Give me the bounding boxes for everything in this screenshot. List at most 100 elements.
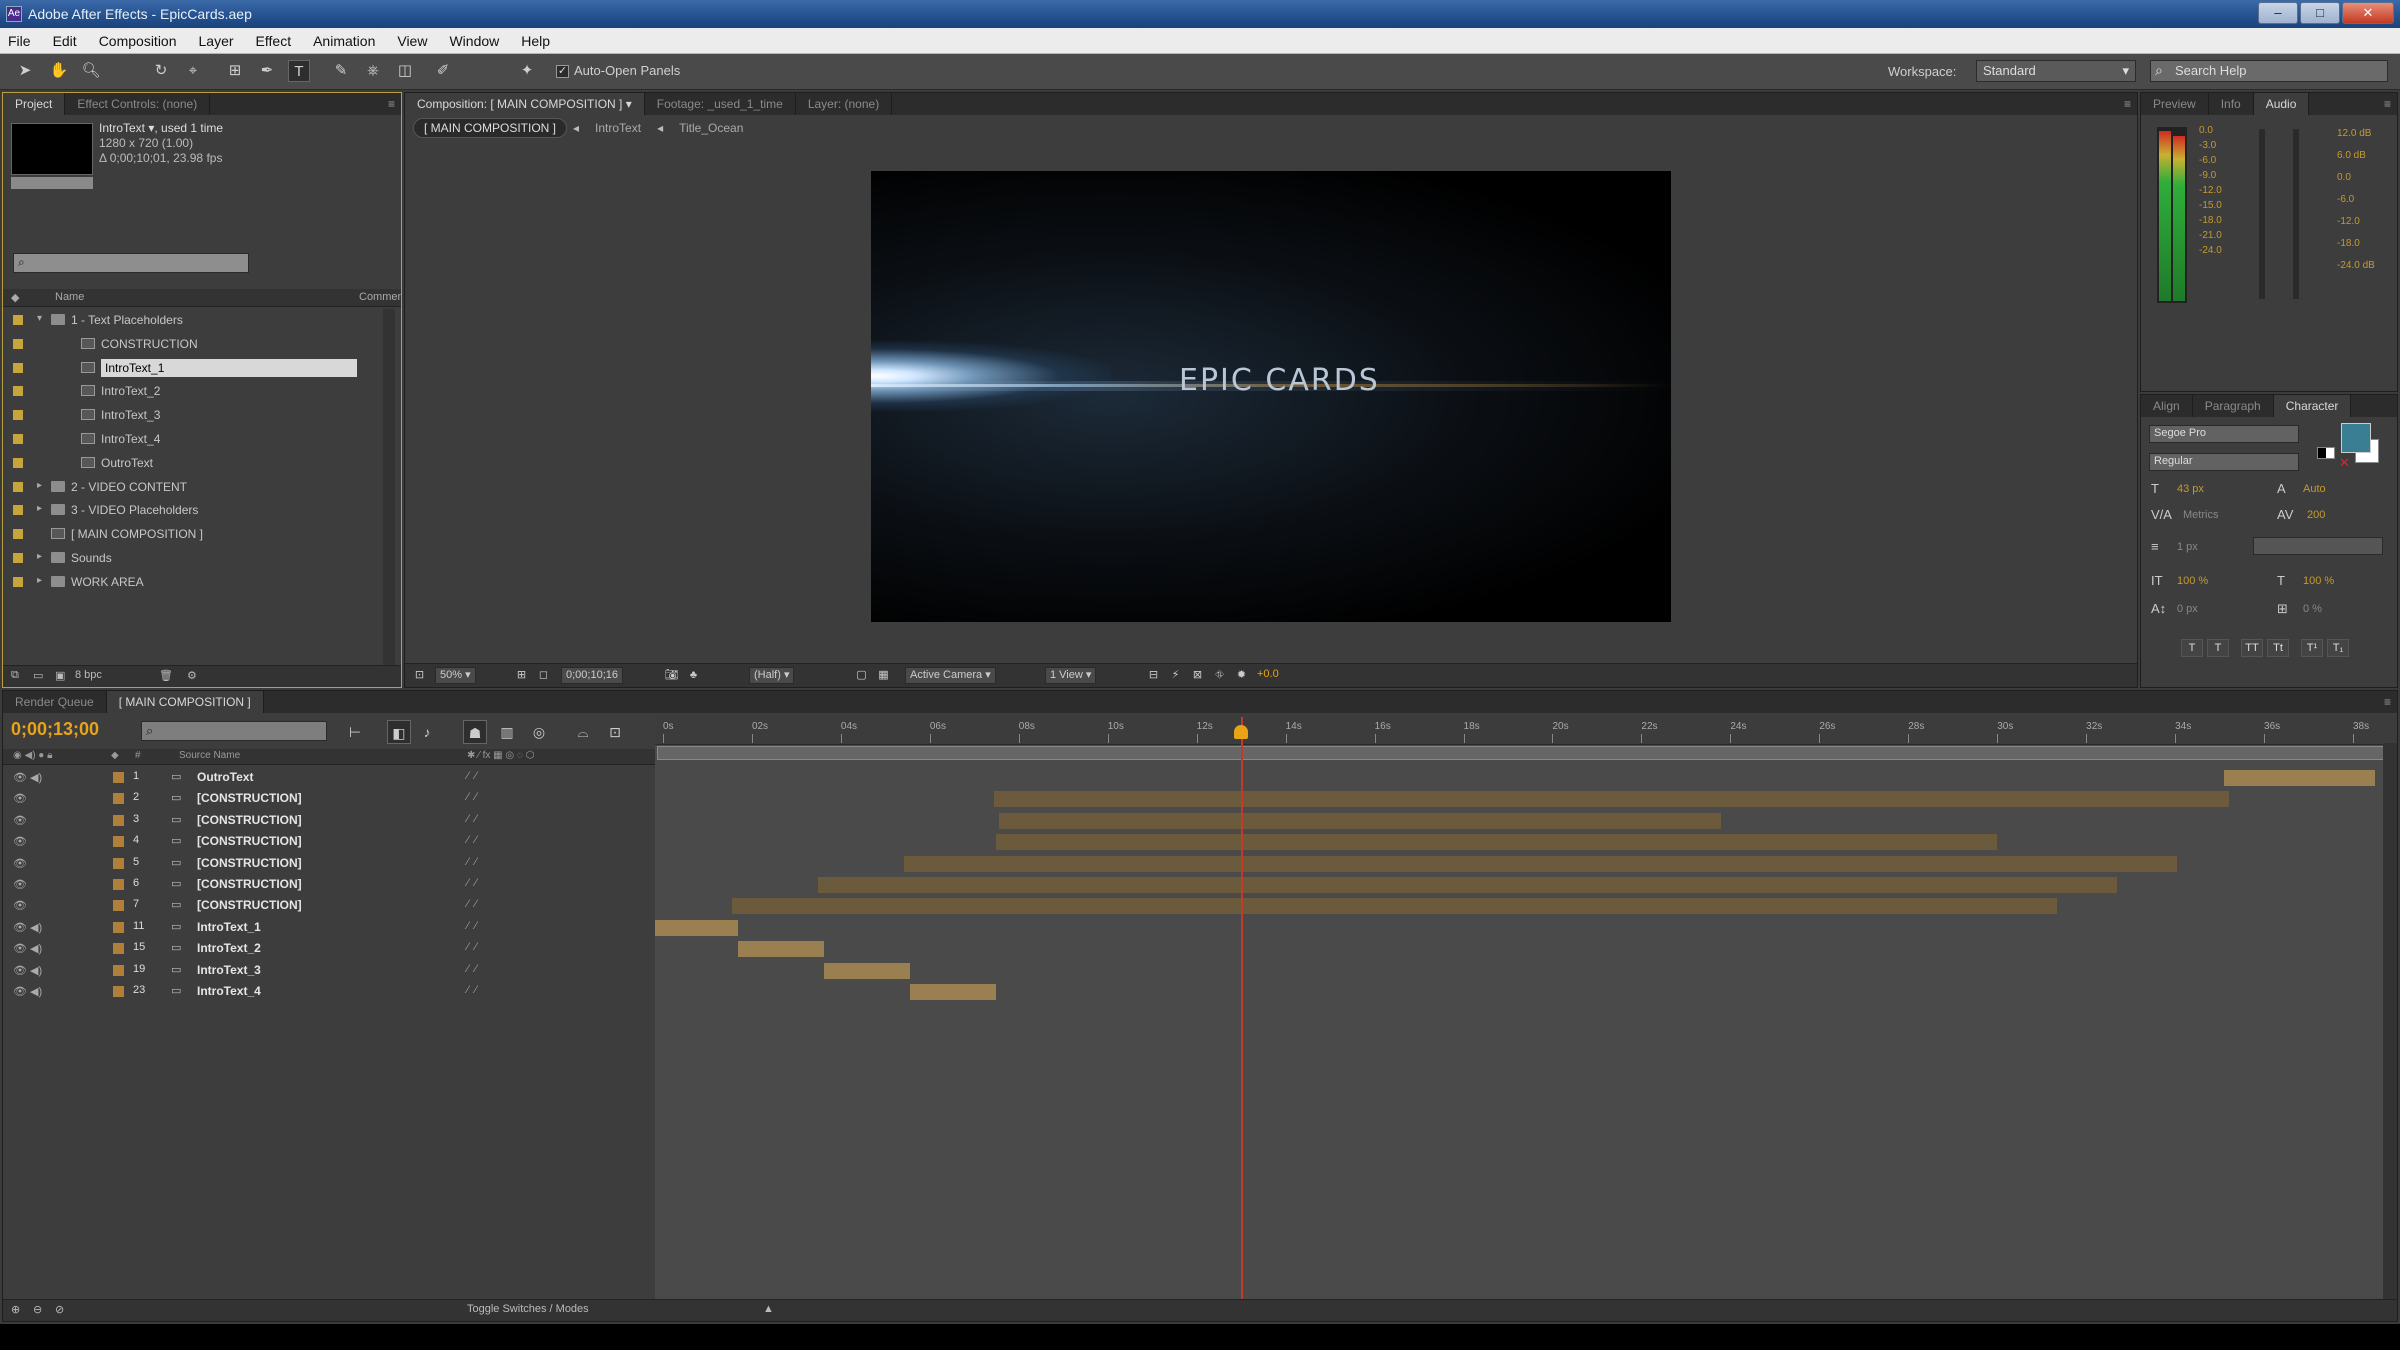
layer-row[interactable]: 👁 ◀) 23 ▭ IntroText_4 ⁄ ⁄ (3, 981, 655, 1002)
layer-switches[interactable]: ⁄ ⁄ (467, 963, 495, 975)
leading-value[interactable]: Auto (2303, 483, 2326, 495)
project-item[interactable]: IntroText_2 (3, 380, 383, 404)
stroke-width-value[interactable]: 1 px (2177, 541, 2198, 553)
breadcrumb-main-composition[interactable]: [ MAIN COMPOSITION ] (413, 118, 568, 138)
audio-right-slider[interactable] (2293, 129, 2299, 299)
layer-switches[interactable]: ⁄ ⁄ (467, 813, 495, 825)
close-button[interactable]: ✕ (2342, 2, 2394, 24)
tab-align[interactable]: Align (2141, 395, 2193, 417)
graph-editor-icon[interactable]: ⌓ (571, 720, 595, 744)
panel-menu-icon[interactable]: ≡ (2124, 97, 2131, 111)
layer-label-color[interactable] (113, 793, 124, 805)
tab-render-queue[interactable]: Render Queue (3, 691, 107, 713)
toggle-switches-modes-button[interactable]: Toggle Switches / Modes (467, 1303, 589, 1315)
faux-bold-button[interactable]: T (2181, 639, 2203, 657)
work-area-bar[interactable] (657, 746, 2391, 760)
name-column-header[interactable]: Name (55, 291, 84, 303)
small-caps-button[interactable]: Tt (2267, 639, 2289, 657)
type-column-header[interactable]: Comment (359, 291, 401, 303)
rotation-tool-icon[interactable]: ↻ (150, 60, 172, 82)
layer-duration-bar[interactable] (999, 812, 1722, 829)
frame-blending-icon[interactable]: ▥ (495, 720, 519, 744)
help-search-input[interactable]: ⌕ Search Help (2150, 60, 2388, 82)
project-item[interactable]: ▸ Sounds (3, 547, 383, 571)
kerning-value[interactable]: Metrics (2183, 509, 2218, 521)
bpc-label[interactable]: 8 bpc (75, 669, 102, 681)
clone-stamp-tool-icon[interactable]: ⎈ (362, 60, 384, 82)
workspace-select[interactable]: Standard ▾ (1976, 60, 2136, 82)
pen-tool-icon[interactable]: ✒ (256, 60, 278, 82)
layer-switches[interactable]: ⁄ ⁄ (467, 898, 495, 910)
menu-window[interactable]: Window (449, 33, 499, 49)
transfer-controls-icon[interactable]: ⊖ (33, 1303, 42, 1316)
view-layout-select[interactable]: 1 View ▾ (1045, 667, 1097, 684)
interpret-footage-icon[interactable]: ⧉ (11, 669, 19, 682)
layer-row[interactable]: 👁 7 ▭ [CONSTRUCTION] ⁄ ⁄ (3, 895, 655, 916)
layer-switches[interactable]: ⁄ ⁄ (467, 920, 495, 932)
layer-label-color[interactable] (113, 921, 124, 933)
tab-main-composition[interactable]: [ MAIN COMPOSITION ] (106, 691, 264, 713)
source-name-header[interactable]: Source Name (179, 750, 240, 761)
motion-blur-icon[interactable]: ◎ (527, 720, 551, 744)
toggle-pixel-aspect-icon[interactable]: ⊟ (1145, 667, 1162, 684)
layer-label-color[interactable] (113, 814, 124, 826)
project-search-input[interactable]: ⌕ (13, 253, 249, 273)
layer-duration-bar[interactable] (732, 898, 2057, 915)
tsume-value[interactable]: 0 % (2303, 603, 2322, 615)
eraser-tool-icon[interactable]: ◫ (394, 60, 416, 82)
project-item[interactable]: IntroText_4 (3, 428, 383, 452)
transparency-grid-icon[interactable]: ▦ (875, 667, 892, 684)
layer-switches[interactable]: ⁄ ⁄ (467, 770, 495, 782)
zoom-tool-icon[interactable]: 🔍︎ (80, 60, 102, 82)
menu-help[interactable]: Help (521, 33, 550, 49)
new-composition-icon[interactable]: ▣ (55, 669, 65, 682)
resolution-select[interactable]: (Half) ▾ (749, 667, 795, 684)
camera-tool-icon[interactable]: ⌖ (182, 60, 204, 82)
live-update-icon[interactable]: ◧ (387, 720, 411, 744)
label-color-swatch[interactable] (13, 386, 23, 397)
minimize-button[interactable]: – (2258, 2, 2298, 24)
font-style-select[interactable]: Regular (2149, 453, 2299, 471)
layer-row[interactable]: 👁 ◀) 19 ▭ IntroText_3 ⁄ ⁄ (3, 960, 655, 981)
project-item[interactable]: IntroText_3 (3, 404, 383, 428)
draft-3d-icon[interactable]: ♪ (415, 720, 439, 744)
label-color-swatch[interactable] (13, 433, 23, 444)
twirl-icon[interactable]: ▸ (37, 575, 42, 586)
tab-composition[interactable]: Composition: [ MAIN COMPOSITION ] ▾ (405, 93, 645, 115)
always-preview-icon[interactable]: ⊡ (411, 667, 428, 684)
layer-switches[interactable]: ⁄ ⁄ (467, 941, 495, 953)
current-time-display[interactable]: 0;00;10;16 (561, 667, 623, 684)
no-fill-icon[interactable]: ✕ (2339, 455, 2350, 471)
time-ruler[interactable]: 0s 02s 04s 06s 08s 10s 12s 14s 16s 18s 20s 22s 24s 26… (655, 717, 2397, 745)
layer-duration-bar[interactable] (823, 962, 910, 979)
label-color-swatch[interactable] (13, 552, 23, 563)
panel-menu-icon[interactable]: ≡ (2384, 695, 2391, 709)
layer-label-color[interactable] (113, 772, 124, 783)
menu-view[interactable]: View (397, 33, 427, 49)
puppet-tool-icon[interactable]: ✦ (516, 60, 538, 82)
visibility-toggle-icon[interactable]: 👁 (13, 792, 27, 805)
fast-previews-icon[interactable]: ⚡︎ (1167, 667, 1184, 684)
hand-tool-icon[interactable]: ✋ (48, 60, 70, 82)
visibility-toggle-icon[interactable]: 👁 (13, 857, 27, 870)
layer-label-color[interactable] (113, 964, 124, 976)
snapshot-icon[interactable]: 📷︎ (663, 667, 680, 684)
label-color-swatch[interactable] (13, 410, 23, 421)
breadcrumb-title-ocean[interactable]: Title_Ocean (669, 119, 753, 137)
project-item[interactable]: CONSTRUCTION (3, 333, 383, 357)
roto-brush-tool-icon[interactable]: ✐ (432, 60, 454, 82)
panel-menu-icon[interactable]: ≡ (388, 97, 395, 111)
layer-label-color[interactable] (113, 857, 124, 869)
label-color-swatch[interactable] (13, 362, 23, 373)
settings-icon[interactable]: ⚙ (187, 669, 197, 682)
layer-label-color[interactable] (113, 900, 124, 912)
menu-file[interactable]: File (8, 33, 31, 49)
project-item[interactable]: [ MAIN COMPOSITION ] (3, 523, 383, 547)
project-item[interactable]: ▾ 1 - Text Placeholders (3, 309, 383, 333)
layer-duration-bar[interactable] (904, 855, 2178, 872)
trash-icon[interactable]: 🗑︎ (159, 669, 173, 682)
menu-effect[interactable]: Effect (256, 33, 292, 49)
project-item[interactable]: ▸ 2 - VIDEO CONTENT (3, 476, 383, 500)
tab-paragraph[interactable]: Paragraph (2193, 395, 2274, 417)
label-color-swatch[interactable] (13, 576, 23, 587)
